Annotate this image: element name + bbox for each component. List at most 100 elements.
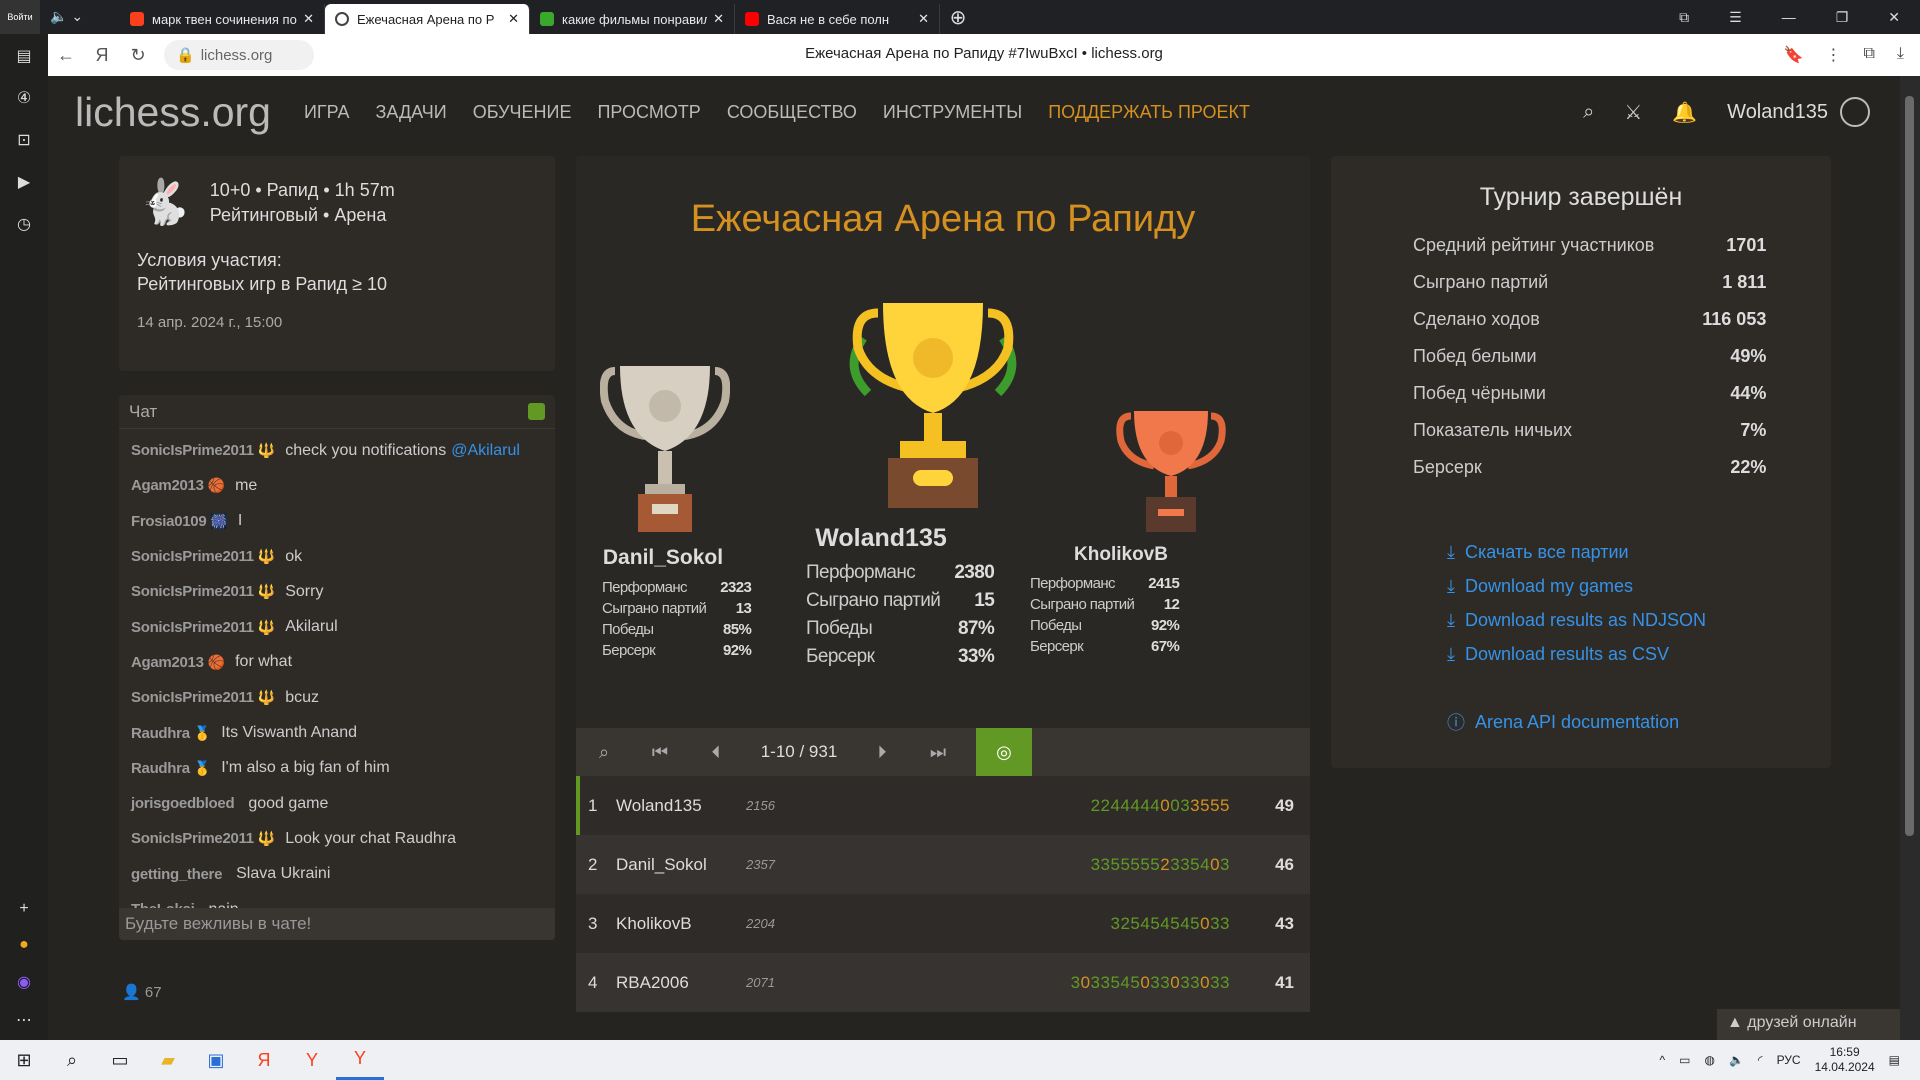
tray-chevron-icon[interactable]: ^ (1659, 1053, 1665, 1067)
first-page-icon[interactable]: ⏮ (632, 742, 688, 763)
nav-learn[interactable]: ОБУЧЕНИЕ (473, 102, 572, 123)
download-ndjson-link[interactable]: ⤓ Download results as NDJSON (1447, 603, 1831, 637)
tab-films[interactable]: какие фильмы понравили ✕ (530, 4, 735, 34)
more-dots-icon[interactable]: ⋯ (16, 1010, 32, 1030)
search-player-icon[interactable]: ⌕ (576, 742, 632, 763)
close-window-icon[interactable]: ✕ (1888, 9, 1900, 26)
camera-icon[interactable]: ⊡ (17, 130, 30, 150)
video-icon[interactable]: ▶ (18, 172, 30, 192)
close-icon[interactable]: ✕ (508, 11, 519, 27)
my-position-button[interactable]: ◎ (976, 728, 1032, 776)
standing-row[interactable]: 1 Woland135 2156 22444440033555 49 (576, 776, 1310, 835)
chat-username[interactable]: SonicIsPrime2011 (131, 442, 254, 459)
search-icon[interactable]: ⌕ (1583, 101, 1594, 124)
tab-lichess[interactable]: Ежечасная Арена по Р ✕ (325, 4, 530, 34)
scrollbar-thumb[interactable] (1905, 96, 1914, 836)
reload-icon[interactable]: ↻ (120, 45, 156, 66)
extensions-icon[interactable]: ⧉ (1863, 45, 1874, 65)
counter-icon[interactable]: ④ (17, 88, 31, 108)
chat-toggle[interactable] (528, 403, 545, 420)
player-name[interactable]: Woland135 (616, 796, 746, 816)
close-icon[interactable]: ✕ (303, 11, 314, 27)
search-icon[interactable]: ⌕ (48, 1040, 96, 1080)
notes-icon[interactable]: ▤ (16, 46, 31, 66)
yandex-browser-icon[interactable]: Y (288, 1040, 336, 1080)
podium-second-name[interactable]: Danil_Sokol (586, 546, 740, 570)
yandex-browser-active-icon[interactable]: Y (336, 1040, 384, 1080)
chat-username[interactable]: getting_there (131, 866, 222, 883)
wifi-icon[interactable]: ◜ (1758, 1053, 1763, 1067)
clock[interactable]: 16:59 14.04.2024 (1815, 1045, 1875, 1075)
player-name[interactable]: KholikovB (616, 914, 746, 934)
task-view-icon[interactable]: ▭ (96, 1040, 144, 1080)
site-logo[interactable]: lichess.org (75, 89, 271, 136)
close-icon[interactable]: ✕ (713, 11, 724, 27)
chat-username[interactable]: SonicIsPrime2011 (131, 619, 254, 636)
chat-mention[interactable]: @Akilarul (451, 442, 520, 460)
download-all-link[interactable]: ⤓ Скачать все партии (1447, 535, 1831, 569)
last-page-icon[interactable]: ⏭ (910, 742, 966, 763)
nav-community[interactable]: СООБЩЕСТВО (727, 102, 857, 123)
player-name[interactable]: RBA2006 (616, 973, 746, 993)
standing-row[interactable]: 4 RBA2006 2071 3033545033033033 41 (576, 953, 1310, 1012)
chat-input[interactable]: Будьте вежливы в чате! (119, 908, 555, 940)
add-icon[interactable]: + (19, 900, 28, 918)
weather-icon[interactable]: ● (19, 936, 29, 954)
podium-first-name[interactable]: Woland135 (801, 524, 961, 553)
tab-youtube[interactable]: Вася не в себе полн ✕ (735, 4, 940, 34)
bell-icon[interactable]: 🔔 (1672, 100, 1697, 125)
login-button[interactable]: Войти (0, 0, 40, 34)
chat-username[interactable]: Frosia0109 (131, 513, 207, 530)
chat-username[interactable]: SonicIsPrime2011 (131, 548, 254, 565)
nav-donate[interactable]: ПОДДЕРЖАТЬ ПРОЕКТ (1048, 102, 1250, 123)
chat-username[interactable]: Agam2013 (131, 654, 204, 671)
page-scrollbar[interactable] (1900, 76, 1920, 1040)
new-tab-button[interactable]: ⊕ (940, 5, 976, 30)
url-field[interactable]: 🔒 lichess.org (164, 40, 314, 70)
minimize-icon[interactable]: — (1782, 9, 1796, 26)
alice-icon[interactable]: ◉ (17, 972, 31, 992)
network-icon[interactable]: ◍ (1704, 1053, 1714, 1067)
menu-icon[interactable]: ☰ (1729, 9, 1742, 26)
file-explorer-icon[interactable]: ▰ (144, 1040, 192, 1080)
notifications-icon[interactable]: ▤ (1889, 1053, 1900, 1067)
nav-watch[interactable]: ПРОСМОТР (597, 102, 700, 123)
collections-icon[interactable]: ⧉ (1679, 9, 1689, 26)
chat-username[interactable]: Raudhra (131, 725, 190, 742)
chat-username[interactable]: SonicIsPrime2011 (131, 583, 254, 600)
language-indicator[interactable]: РУС (1777, 1053, 1801, 1067)
chat-username[interactable]: Raudhra (131, 760, 190, 777)
nav-puzzles[interactable]: ЗАДАЧИ (375, 102, 446, 123)
more-icon[interactable]: ⋮ (1825, 45, 1841, 65)
battery-icon[interactable]: ▭ (1679, 1053, 1690, 1067)
challenge-icon[interactable]: ⚔ (1624, 100, 1642, 125)
chat-username[interactable]: jorisgoedbloed (131, 795, 235, 812)
windows-start-icon[interactable]: ⊞ (0, 1040, 48, 1080)
user-menu[interactable]: Woland135 (1727, 97, 1870, 127)
player-name[interactable]: Danil_Sokol (616, 855, 746, 875)
store-icon[interactable]: ▣ (192, 1040, 240, 1080)
close-icon[interactable]: ✕ (918, 11, 929, 27)
back-icon[interactable]: ← (48, 45, 84, 66)
chat-messages[interactable]: SonicIsPrime2011 🔱 check you notifications… (119, 429, 555, 931)
prev-page-icon[interactable]: ⏴ (688, 742, 744, 763)
tab-controls[interactable]: 🔈 ⌄ (40, 8, 120, 26)
download-my-games-link[interactable]: ⤓ Download my games (1447, 569, 1831, 603)
friends-online-button[interactable]: ▲ друзей онлайн (1717, 1009, 1900, 1040)
tab-mark-twain[interactable]: марк твен сочинения по ✕ (120, 4, 325, 34)
chat-username[interactable]: SonicIsPrime2011 (131, 689, 254, 706)
history-icon[interactable]: ◷ (17, 214, 31, 234)
yandex-home-icon[interactable]: Я (84, 45, 120, 66)
yandex-app-icon[interactable]: Я (240, 1040, 288, 1080)
standing-row[interactable]: 2 Danil_Sokol 2357 33555552335403 46 (576, 835, 1310, 894)
volume-icon[interactable]: 🔈 (1729, 1053, 1744, 1067)
api-docs-link[interactable]: ⓘ Arena API documentation (1447, 705, 1831, 739)
podium-third-name[interactable]: KholikovB (1046, 544, 1196, 566)
standing-row[interactable]: 3 KholikovB 2204 325454545033 43 (576, 894, 1310, 953)
chat-username[interactable]: SonicIsPrime2011 (131, 830, 254, 847)
chat-username[interactable]: Agam2013 (131, 477, 204, 494)
sound-icon[interactable]: 🔈 ⌄ (50, 8, 83, 24)
restore-icon[interactable]: ❐ (1836, 9, 1849, 26)
nav-tools[interactable]: ИНСТРУМЕНТЫ (883, 102, 1022, 123)
next-page-icon[interactable]: ⏵ (854, 742, 910, 763)
